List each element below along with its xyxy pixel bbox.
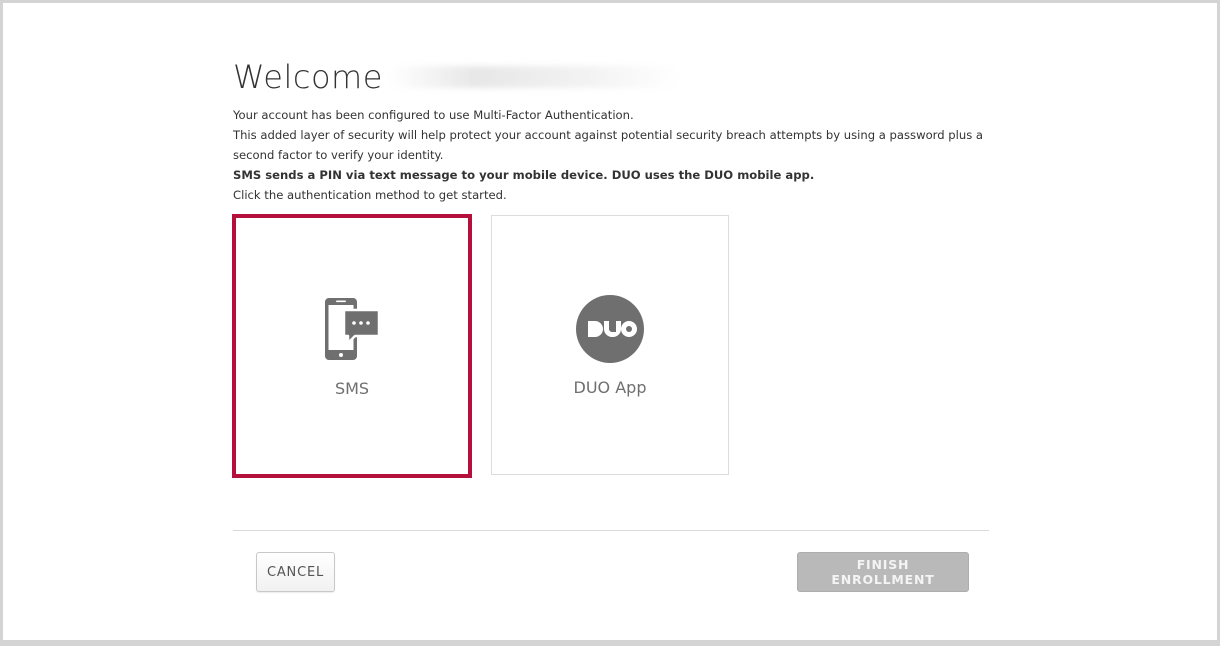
enrollment-panel: Welcome Your account has been configured… [232,52,989,478]
intro-text: Your account has been configured to use … [233,105,989,205]
footer-divider [233,530,989,531]
intro-line-security: This added layer of security will help p… [233,128,984,162]
page-title: Welcome [233,58,383,96]
intro-line-instruction: Click the authentication method to get s… [233,188,507,202]
intro-line-mfa: Your account has been configured to use … [233,108,634,122]
redacted-user-name [388,66,679,88]
sms-phone-icon [317,295,387,365]
auth-method-sms[interactable]: SMS [232,214,472,478]
welcome-row: Welcome [233,52,989,102]
intro-line-methods: SMS sends a PIN via text message to your… [233,168,815,182]
finish-enrollment-button[interactable]: FINISH ENROLLMENT [797,552,969,592]
auth-method-sms-label: SMS [334,378,370,398]
duo-logo-icon [575,294,645,364]
auth-method-duo[interactable]: DUO App [491,215,729,475]
auth-method-duo-label: DUO App [573,377,647,397]
auth-method-list: SMS DUO App [232,214,989,478]
cancel-button[interactable]: CANCEL [256,552,335,592]
